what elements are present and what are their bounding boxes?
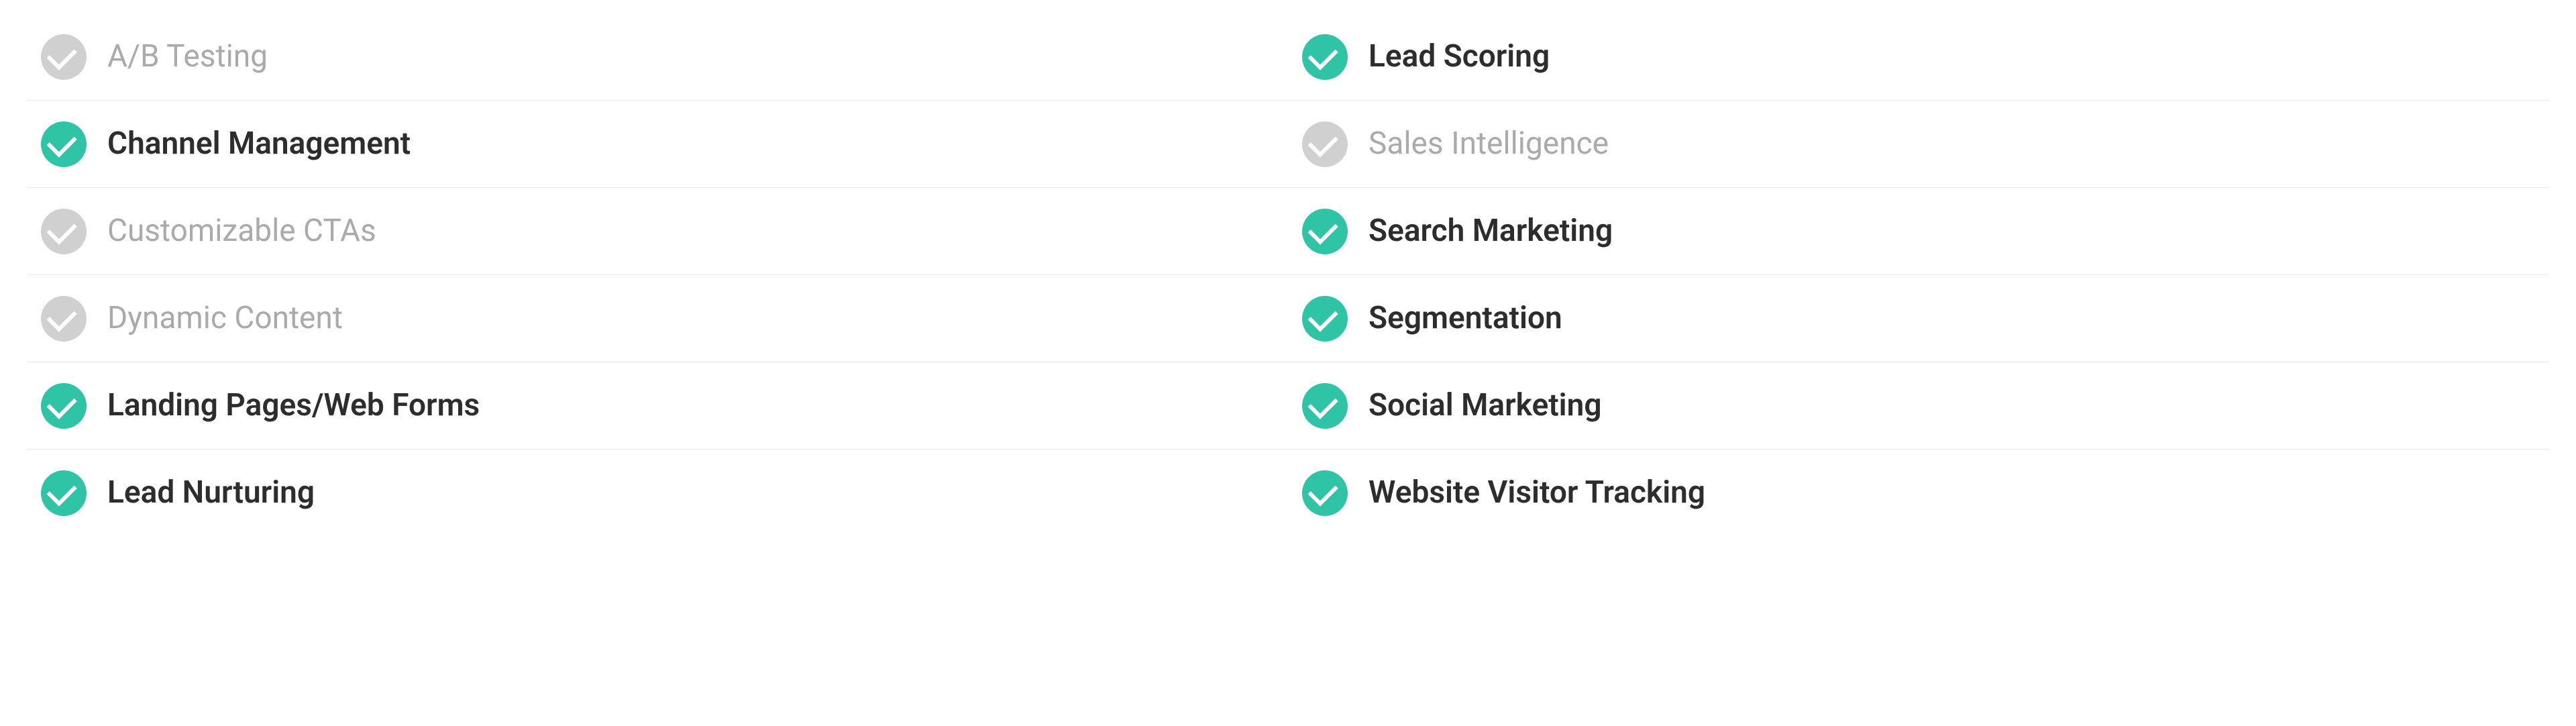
icon-wrapper-ab-testing	[40, 34, 87, 81]
feature-label-search-marketing: Search Marketing	[1368, 213, 1613, 250]
feature-label-sales-intelligence: Sales Intelligence	[1368, 125, 1609, 162]
check-icon-inactive	[41, 296, 87, 342]
check-icon-active	[1302, 296, 1348, 342]
feature-label-channel-management: Channel Management	[107, 125, 411, 162]
icon-wrapper-search-marketing	[1301, 208, 1348, 255]
feature-label-dynamic-content: Dynamic Content	[107, 300, 343, 337]
feature-label-lead-scoring: Lead Scoring	[1368, 38, 1550, 75]
feature-item-social-marketing: Social Marketing	[1288, 362, 2549, 450]
feature-item-segmentation: Segmentation	[1288, 275, 2549, 362]
feature-item-landing-pages: Landing Pages/Web Forms	[27, 362, 1288, 450]
left-column: A/B Testing Channel Management Customizabl…	[27, 13, 1288, 537]
icon-wrapper-lead-scoring	[1301, 34, 1348, 81]
check-icon-inactive	[41, 34, 87, 80]
feature-item-sales-intelligence: Sales Intelligence	[1288, 101, 2549, 188]
features-grid: A/B Testing Channel Management Customizabl…	[27, 13, 2549, 537]
feature-item-customizable-ctas: Customizable CTAs	[27, 188, 1288, 275]
icon-wrapper-channel-management	[40, 121, 87, 168]
feature-item-website-visitor-tracking: Website Visitor Tracking	[1288, 450, 2549, 537]
icon-wrapper-lead-nurturing	[40, 470, 87, 517]
feature-label-website-visitor-tracking: Website Visitor Tracking	[1368, 474, 1705, 511]
icon-wrapper-social-marketing	[1301, 382, 1348, 429]
check-icon-active	[41, 470, 87, 516]
check-icon-active	[1302, 34, 1348, 80]
icon-wrapper-website-visitor-tracking	[1301, 470, 1348, 517]
icon-wrapper-segmentation	[1301, 295, 1348, 342]
feature-item-channel-management: Channel Management	[27, 101, 1288, 188]
check-icon-active	[41, 383, 87, 429]
feature-label-ab-testing: A/B Testing	[107, 38, 268, 75]
feature-item-dynamic-content: Dynamic Content	[27, 275, 1288, 362]
icon-wrapper-landing-pages	[40, 382, 87, 429]
feature-item-lead-scoring: Lead Scoring	[1288, 13, 2549, 101]
icon-wrapper-sales-intelligence	[1301, 121, 1348, 168]
check-icon-active	[1302, 383, 1348, 429]
check-icon-inactive	[41, 209, 87, 254]
feature-item-lead-nurturing: Lead Nurturing	[27, 450, 1288, 537]
main-container: A/B Testing Channel Management Customizabl…	[0, 0, 2576, 550]
feature-label-social-marketing: Social Marketing	[1368, 387, 1602, 424]
check-icon-active	[1302, 209, 1348, 254]
feature-label-landing-pages: Landing Pages/Web Forms	[107, 387, 480, 424]
icon-wrapper-dynamic-content	[40, 295, 87, 342]
check-icon-active	[41, 121, 87, 167]
feature-label-lead-nurturing: Lead Nurturing	[107, 474, 315, 511]
feature-item-search-marketing: Search Marketing	[1288, 188, 2549, 275]
check-icon-active	[1302, 470, 1348, 516]
feature-label-customizable-ctas: Customizable CTAs	[107, 213, 376, 250]
feature-item-ab-testing: A/B Testing	[27, 13, 1288, 101]
feature-label-segmentation: Segmentation	[1368, 300, 1562, 337]
check-icon-inactive	[1302, 121, 1348, 167]
right-column: Lead Scoring Sales Intelligence Search Mar…	[1288, 13, 2549, 537]
icon-wrapper-customizable-ctas	[40, 208, 87, 255]
